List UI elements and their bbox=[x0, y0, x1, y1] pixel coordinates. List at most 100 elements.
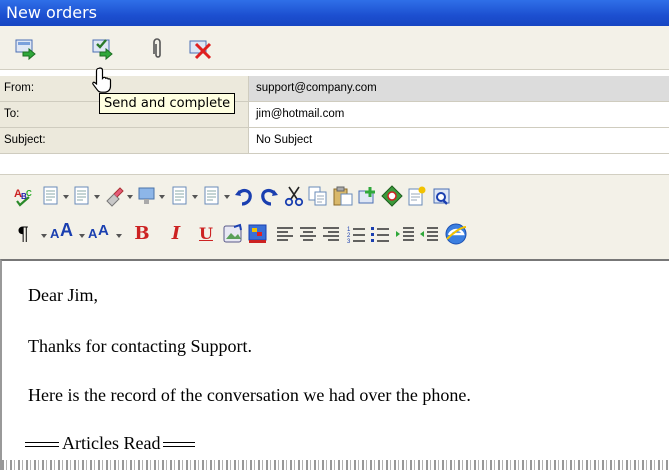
discard-icon bbox=[189, 40, 212, 60]
template4-icon bbox=[204, 186, 219, 205]
tooltip: Send and complete bbox=[99, 93, 236, 114]
send-icon bbox=[15, 39, 36, 61]
numbered-list-icon: 1 2 3 bbox=[347, 227, 365, 245]
chevron-down-icon[interactable] bbox=[192, 194, 198, 200]
chevron-down-icon[interactable] bbox=[159, 194, 165, 200]
svg-text:3: 3 bbox=[347, 239, 351, 245]
align-right-icon bbox=[323, 227, 339, 241]
body-line-1: Thanks for contacting Support. bbox=[28, 336, 252, 356]
text-color-button[interactable] bbox=[247, 223, 269, 245]
font-size-up-button[interactable]: A A bbox=[50, 220, 74, 243]
chevron-down-icon[interactable] bbox=[224, 194, 230, 200]
template3-icon bbox=[172, 186, 187, 205]
bold-button[interactable]: B bbox=[131, 223, 153, 245]
numbered-list-button[interactable]: 1 2 3 bbox=[345, 223, 367, 245]
find-button[interactable] bbox=[431, 185, 453, 207]
align-left-button[interactable] bbox=[274, 223, 296, 245]
browser-button[interactable] bbox=[443, 221, 469, 247]
paste-button[interactable] bbox=[332, 185, 354, 207]
cut-icon bbox=[284, 186, 304, 207]
template4-button[interactable] bbox=[201, 185, 223, 207]
align-left-icon bbox=[277, 227, 293, 241]
special-char-icon bbox=[381, 185, 403, 207]
articles-read-heading: Articles Read bbox=[25, 433, 196, 454]
outdent-icon bbox=[420, 227, 438, 241]
insert-image-button[interactable] bbox=[136, 185, 158, 207]
spellcheck-button[interactable]: A B C bbox=[14, 185, 36, 207]
articles-read-label: Articles Read bbox=[62, 433, 161, 453]
align-center-button[interactable] bbox=[297, 223, 319, 245]
torn-edge bbox=[2, 460, 669, 470]
font-size-down-button[interactable]: A A bbox=[88, 221, 112, 243]
font-size-up-icon: A bbox=[50, 226, 60, 241]
redo-icon bbox=[261, 188, 278, 206]
format-painter-icon bbox=[106, 187, 124, 207]
chevron-down-icon[interactable] bbox=[94, 194, 100, 200]
spellcheck-icon: A B C bbox=[14, 188, 32, 207]
insert-picture-button[interactable] bbox=[222, 223, 244, 245]
paste-icon bbox=[333, 186, 353, 206]
from-field[interactable]: support@company.com bbox=[248, 76, 669, 102]
body-line-2: Here is the record of the conversation w… bbox=[28, 385, 471, 405]
undo-icon bbox=[235, 188, 252, 206]
window-title: New orders bbox=[0, 0, 669, 26]
template-icon bbox=[43, 186, 58, 205]
template3-button[interactable] bbox=[169, 185, 191, 207]
subject-label: Subject: bbox=[0, 128, 248, 154]
send-button[interactable] bbox=[11, 34, 39, 62]
template-button[interactable] bbox=[40, 185, 62, 207]
undo-button[interactable] bbox=[233, 185, 255, 207]
font-size-down-icon: A bbox=[88, 226, 98, 241]
discard-button[interactable] bbox=[186, 34, 214, 62]
copy-button[interactable] bbox=[307, 185, 329, 207]
subject-row: Subject: No Subject bbox=[0, 128, 669, 154]
insert-link-button[interactable] bbox=[357, 185, 379, 207]
send-and-complete-icon bbox=[92, 39, 113, 61]
insert-picture-icon bbox=[223, 223, 242, 243]
to-field[interactable]: jim@hotmail.com bbox=[248, 102, 669, 128]
font-size-down-small-letter: A bbox=[98, 222, 109, 239]
bullet-list-icon bbox=[371, 227, 389, 242]
chevron-down-icon[interactable] bbox=[63, 194, 69, 200]
format-painter-button[interactable] bbox=[104, 185, 126, 207]
align-center-icon bbox=[300, 227, 316, 241]
message-body[interactable]: Dear Jim, Thanks for contacting Support.… bbox=[0, 259, 669, 470]
indent-button[interactable] bbox=[394, 223, 416, 245]
paperclip-icon bbox=[153, 38, 161, 58]
heading-rule-left bbox=[25, 442, 59, 448]
insert-link-icon bbox=[358, 187, 375, 204]
editor-toolbar: A B C ¶ A A A A B I U 1 2 3 bbox=[0, 174, 669, 260]
chevron-down-icon[interactable] bbox=[116, 233, 122, 239]
font-size-up-large-letter: A bbox=[60, 220, 73, 240]
indent-icon bbox=[396, 227, 414, 241]
hand-cursor-icon bbox=[92, 67, 112, 93]
chevron-down-icon[interactable] bbox=[79, 233, 85, 239]
paragraph-button[interactable]: ¶ bbox=[12, 223, 34, 245]
italic-button[interactable]: I bbox=[165, 223, 187, 245]
send-and-complete-button[interactable] bbox=[88, 34, 116, 62]
greeting-text: Dear Jim, bbox=[28, 285, 98, 305]
bullet-list-button[interactable] bbox=[369, 223, 391, 245]
heading-rule-right bbox=[163, 442, 196, 448]
template2-icon bbox=[74, 186, 89, 205]
chevron-down-icon[interactable] bbox=[41, 233, 47, 239]
chevron-down-icon[interactable] bbox=[127, 194, 133, 200]
svg-text:C: C bbox=[26, 189, 32, 198]
outdent-button[interactable] bbox=[418, 223, 440, 245]
copy-icon bbox=[308, 186, 327, 206]
align-right-button[interactable] bbox=[320, 223, 342, 245]
redo-button[interactable] bbox=[258, 185, 280, 207]
message-toolbar bbox=[0, 26, 669, 70]
special-char-button[interactable] bbox=[381, 185, 403, 207]
subject-field[interactable]: No Subject bbox=[248, 128, 669, 154]
cut-button[interactable] bbox=[283, 185, 305, 207]
template2-button[interactable] bbox=[71, 185, 93, 207]
text-color-icon bbox=[248, 224, 267, 243]
browser-icon bbox=[445, 223, 467, 245]
find-icon bbox=[433, 188, 450, 205]
underline-button[interactable]: U bbox=[195, 223, 217, 245]
edit-button[interactable] bbox=[406, 185, 428, 207]
insert-image-icon bbox=[138, 187, 155, 204]
attach-button[interactable] bbox=[143, 34, 171, 62]
edit-icon bbox=[408, 186, 426, 206]
